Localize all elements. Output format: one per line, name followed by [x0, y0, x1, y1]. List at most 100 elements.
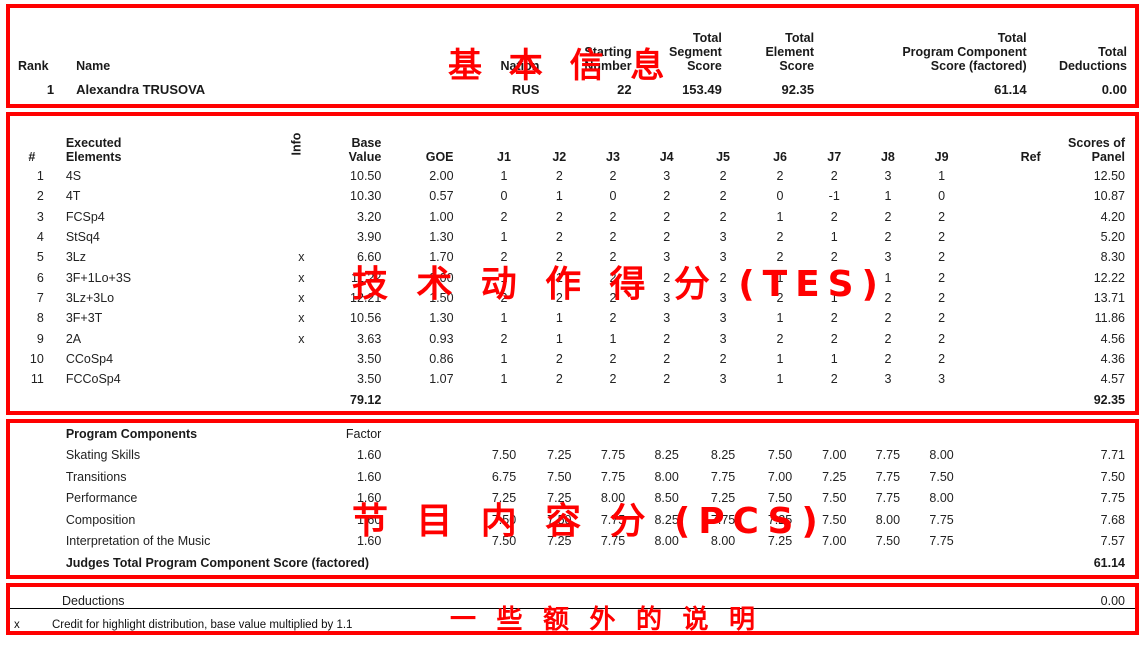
- element-row: 2 4T 10.30 0.57 0 1 0 2 2 0 -1 1 0 10.87: [10, 186, 1135, 206]
- component-name: Composition: [65, 512, 136, 527]
- element-judge-score-j8: 2: [884, 351, 892, 366]
- element-judge-score-j4: 2: [663, 230, 671, 245]
- element-number: 3: [36, 209, 44, 224]
- element-base-value: 11.22: [350, 270, 382, 285]
- skater-total-program-component-score: 61.14: [994, 81, 1027, 97]
- element-judge-score-j3: 2: [609, 230, 617, 245]
- element-goe: 1.30: [429, 311, 454, 326]
- element-judge-score-j8: 3: [884, 169, 892, 184]
- col-ref: Ref: [1020, 150, 1041, 164]
- component-judge-score-j9: 8.00: [929, 448, 954, 463]
- element-judge-score-j4: 3: [663, 169, 671, 184]
- component-score-of-panel: 7.71: [1100, 448, 1125, 463]
- element-goe: 2.00: [429, 270, 454, 285]
- element-judge-score-j5: 2: [719, 351, 727, 366]
- element-judge-score-j3: 2: [609, 372, 617, 387]
- elements-body: 1 4S 10.50 2.00 1 2 2 3 2 2 2 3 1 12.50 2 4T 10.30 0.57 0 1…: [10, 166, 1135, 411]
- component-judge-score-j4: 8.25: [654, 512, 679, 527]
- element-goe: 1.07: [429, 372, 454, 387]
- component-judge-score-j9: 7.50: [929, 469, 954, 484]
- component-judge-score-j3: 7.75: [600, 448, 626, 463]
- element-ref: [968, 186, 1040, 206]
- element-name: StSq4: [65, 230, 100, 245]
- element-score-of-panel: 12.22: [1093, 270, 1125, 285]
- element-judge-score-j3: 2: [609, 209, 617, 224]
- element-score-of-panel: 12.50: [1093, 169, 1125, 184]
- col-total-segment-score: Total Segment Score: [669, 31, 722, 73]
- element-judge-score-j9: 0: [938, 189, 946, 204]
- element-judge-score-j4: 3: [663, 290, 671, 305]
- component-judge-score-j5: 7.75: [710, 512, 736, 527]
- protocol-sheet: Rank Name Nation Starting Number Total S…: [0, 0, 1145, 647]
- component-score-of-panel: 7.75: [1100, 491, 1125, 506]
- element-judge-score-j5: 3: [719, 230, 727, 245]
- element-judge-score-j7: 2: [830, 270, 838, 285]
- element-judge-score-j5: 3: [719, 311, 727, 326]
- elements-subtotal-row: 79.12 92.35: [10, 389, 1135, 411]
- element-judge-score-j4: 3: [663, 311, 671, 326]
- component-factor: 1.60: [356, 534, 382, 549]
- element-ref: [968, 207, 1040, 227]
- component-judge-score-j4: 8.25: [654, 448, 679, 463]
- element-judge-score-j2: 1: [555, 331, 563, 346]
- component-judge-score-j6: 7.50: [767, 491, 793, 506]
- element-base-value: 6.60: [356, 250, 382, 265]
- element-judge-score-j9: 2: [938, 270, 946, 285]
- component-judge-score-j1: 7.50: [491, 512, 517, 527]
- element-info-flag: x: [298, 250, 305, 265]
- element-row: 6 3F+1Lo+3S x 11.22 2.00 1 1 2 2 2 1 2 1 2 12.22: [10, 267, 1135, 287]
- component-judge-score-j8: 7.75: [875, 491, 901, 506]
- element-ref: [968, 227, 1040, 247]
- footnote-row: x Credit for highlight distribution, bas…: [10, 609, 1135, 631]
- element-judge-score-j3: 0: [609, 189, 617, 204]
- component-judge-score-j1: 7.50: [491, 534, 517, 549]
- element-ref: [968, 247, 1040, 267]
- component-judge-score-j1: 6.75: [491, 469, 517, 484]
- element-judge-score-j6: 1: [776, 372, 784, 387]
- element-goe: 2.00: [429, 169, 454, 184]
- element-judge-score-j9: 2: [938, 230, 946, 245]
- element-judge-score-j7: 2: [830, 169, 838, 184]
- element-judge-score-j5: 2: [719, 270, 727, 285]
- element-judge-score-j3: 2: [609, 169, 617, 184]
- element-goe: 1.70: [429, 250, 454, 265]
- element-judge-score-j9: 2: [938, 331, 946, 346]
- col-info-label: Info: [289, 132, 304, 156]
- element-judge-score-j3: 2: [609, 311, 617, 326]
- element-judge-score-j1: 2: [500, 331, 508, 346]
- element-judge-score-j4: 3: [663, 250, 671, 265]
- element-judge-score-j8: 3: [884, 372, 892, 387]
- element-judge-score-j7: 2: [830, 209, 838, 224]
- element-judge-score-j4: 2: [663, 270, 671, 285]
- component-row: Transitions 1.60 6.75 7.50 7.75 8.00 7.75 7.00 7…: [10, 466, 1135, 488]
- element-judge-score-j2: 2: [555, 351, 563, 366]
- element-info-flag: [289, 207, 313, 227]
- component-row: Composition 1.60 7.50 7.50 7.75 8.25 7.75 7.25 7…: [10, 509, 1135, 531]
- element-base-value: 10.56: [350, 311, 382, 326]
- element-judge-score-j7: -1: [828, 189, 840, 204]
- element-judge-score-j9: 2: [938, 351, 946, 366]
- element-judge-score-j5: 3: [719, 250, 727, 265]
- component-row: Interpretation of the Music 1.60 7.50 7.25 7…: [10, 530, 1135, 552]
- component-judge-score-j2: 7.25: [547, 534, 572, 549]
- component-judge-score-j5: 8.00: [710, 534, 736, 549]
- element-judge-score-j2: 2: [555, 372, 563, 387]
- components-factor-label: Factor: [345, 426, 382, 441]
- component-judge-score-j3: 8.00: [600, 491, 626, 506]
- element-number: 8: [36, 311, 44, 326]
- skater-starting-number: 22: [617, 81, 632, 97]
- element-info-flag: [289, 369, 313, 389]
- component-name: Skating Skills: [65, 448, 141, 463]
- element-base-value: 3.50: [356, 351, 382, 366]
- element-row: 10 CCoSp4 3.50 0.86 1 2 2 2 2 1 1 2 2 4.36: [10, 349, 1135, 369]
- element-base-value: 10.50: [350, 169, 382, 184]
- component-judge-score-j2: 7.25: [547, 491, 572, 506]
- element-score-of-panel: 13.71: [1093, 290, 1125, 305]
- col-starting-number: Starting Number: [584, 45, 632, 73]
- element-judge-score-j6: 2: [776, 230, 784, 245]
- component-judge-score-j8: 8.00: [875, 512, 901, 527]
- element-judge-score-j4: 2: [663, 189, 671, 204]
- element-name: 4S: [65, 169, 82, 184]
- element-judge-score-j2: 2: [555, 290, 563, 305]
- element-judge-score-j8: 1: [884, 189, 892, 204]
